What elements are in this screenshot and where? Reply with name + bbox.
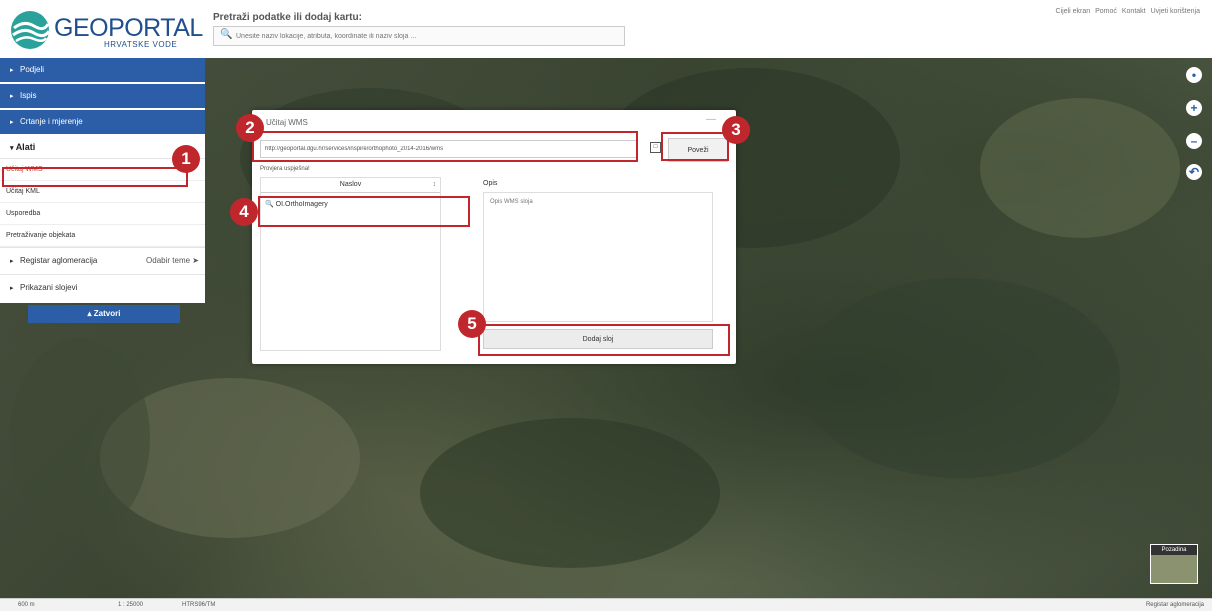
- logo[interactable]: GEOPORTAL HRVATSKE VODE: [10, 8, 203, 52]
- link-terms[interactable]: Uvjeti korištenja: [1151, 8, 1200, 15]
- chevron-right-icon: ▸: [10, 67, 14, 74]
- step-marker-3: 3: [722, 116, 750, 144]
- scale-select[interactable]: 1 : 25000: [118, 599, 143, 611]
- chevron-right-icon: ▸: [10, 285, 14, 292]
- status-text: Provjera uspješna!: [260, 166, 310, 172]
- sidebar-item-ispis[interactable]: ▸ Ispis: [0, 84, 205, 110]
- chevron-right-icon: ▸: [10, 93, 14, 100]
- sidebar-item-label: Registar aglomeracija: [20, 256, 98, 265]
- logo-mark-icon: [11, 11, 50, 49]
- tool-pretrazivanje[interactable]: Pretraživanje objekata: [0, 225, 205, 247]
- pozadina-label: Pozadina: [1151, 545, 1197, 555]
- tool-usporedba[interactable]: Usporedba: [0, 203, 205, 225]
- chevron-right-icon: ▸: [10, 258, 14, 265]
- odabir-label: Odabir teme: [146, 256, 191, 265]
- step-marker-5: 5: [458, 310, 486, 338]
- home-icon[interactable]: •: [1186, 67, 1202, 83]
- layer-list-header: Naslov ↕: [261, 178, 440, 193]
- search-box[interactable]: 🔍: [213, 26, 625, 46]
- header: GEOPORTAL HRVATSKE VODE Pretraži podatke…: [0, 0, 1212, 58]
- highlight-box-4: [258, 196, 470, 227]
- map-forest-patch: [800, 278, 1120, 478]
- chevron-up-icon: ▴: [87, 309, 92, 318]
- logo-title: GEOPORTAL: [54, 14, 203, 42]
- chevron-right-icon: ▸: [10, 119, 14, 126]
- basemap-switcher[interactable]: Pozadina: [1150, 544, 1198, 584]
- highlight-box-2: [252, 131, 638, 162]
- sidebar-item-registar[interactable]: ▸ Registar aglomeracija Odabir teme ➤: [0, 247, 205, 274]
- highlight-box-1: [2, 167, 188, 187]
- sidebar-item-label: Prikazani slojevi: [20, 283, 78, 292]
- step-marker-1: 1: [172, 145, 200, 173]
- scale-bar: 600 m: [18, 602, 35, 608]
- sidebar-item-label: Crtanje i mjerenje: [20, 117, 83, 126]
- naslov-header: Naslov: [339, 181, 362, 188]
- sort-icon[interactable]: ↕: [433, 178, 437, 192]
- sidebar-item-label: Ispis: [20, 91, 37, 100]
- sidebar-item-podjeli[interactable]: ▸ Podjeli: [0, 58, 205, 84]
- search-icon: 🔍: [220, 29, 233, 40]
- highlight-box-3: [661, 132, 729, 161]
- arrow-right-circle-icon: ➤: [192, 256, 199, 265]
- opis-label: Opis: [483, 180, 498, 187]
- step-marker-4: 4: [230, 198, 258, 226]
- clipboard-icon[interactable]: □: [650, 142, 661, 153]
- link-fullscreen[interactable]: Cijeli ekran: [1056, 8, 1091, 15]
- sidebar-item-label: Alati: [15, 142, 36, 152]
- crs-select[interactable]: HTRS96/TM: [182, 599, 215, 611]
- sidebar-item-crtanje[interactable]: ▸ Crtanje i mjerenje: [0, 110, 205, 136]
- odabir-teme-link[interactable]: Odabir teme ➤: [146, 248, 199, 274]
- dialog-title: Učitaj WMS: [266, 118, 308, 127]
- sidebar-item-prikazani[interactable]: ▸ Prikazani slojevi: [0, 274, 205, 301]
- sidebar-item-label: Podjeli: [20, 65, 45, 74]
- highlight-box-5: [478, 324, 730, 356]
- search-label: Pretraži podatke ili dodaj kartu:: [213, 12, 362, 23]
- map-forest-patch: [10, 338, 150, 538]
- link-help[interactable]: Pomoć: [1095, 8, 1117, 15]
- map-forest-patch: [420, 418, 720, 568]
- search-input[interactable]: [234, 28, 623, 45]
- map-field-patch: [980, 98, 1180, 238]
- footer-right-text: Registar aglomeracija: [1145, 602, 1204, 608]
- step-marker-2: 2: [236, 114, 264, 142]
- zatvori-button[interactable]: ▴ Zatvori: [28, 305, 180, 323]
- top-links: Cijeli ekran Pomoć Kontakt Uvjeti korišt…: [1053, 8, 1200, 15]
- zoom-in-icon[interactable]: +: [1186, 100, 1202, 116]
- footer: 600 m 1 : 25000 HTRS96/TM Registar aglom…: [0, 598, 1212, 611]
- zoom-out-icon[interactable]: –: [1186, 133, 1202, 149]
- minimize-icon[interactable]: —: [706, 114, 716, 125]
- link-contact[interactable]: Kontakt: [1122, 8, 1146, 15]
- chevron-down-icon: ▾: [10, 145, 14, 152]
- zatvori-label: Zatvori: [93, 309, 121, 318]
- logo-subtitle: HRVATSKE VODE: [104, 40, 178, 49]
- back-arrow-icon[interactable]: ↶: [1186, 164, 1202, 180]
- opis-textarea[interactable]: [483, 192, 713, 322]
